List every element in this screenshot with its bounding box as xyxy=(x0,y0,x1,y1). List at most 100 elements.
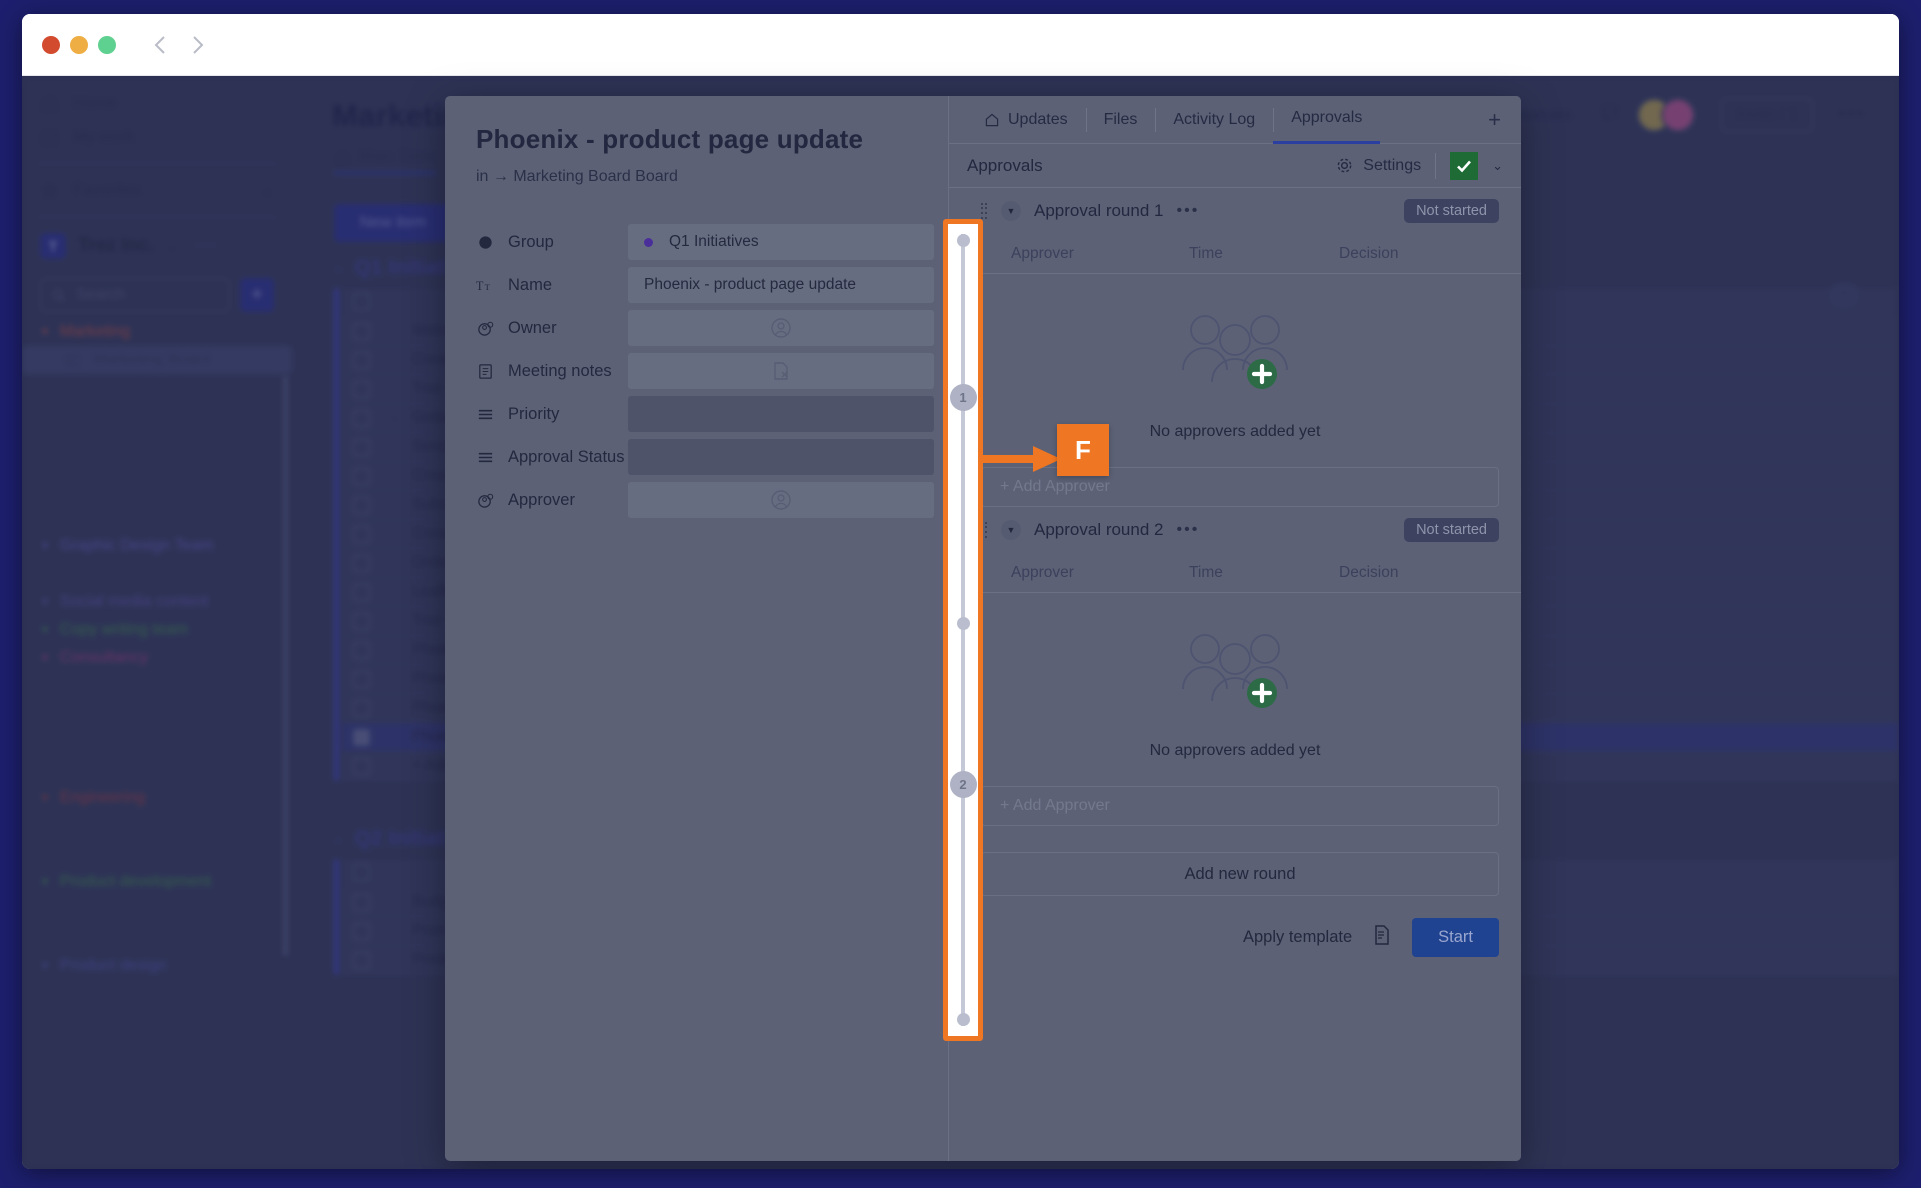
add-approver-button[interactable]: + Add Approver xyxy=(981,786,1499,826)
tab-label: Activity Log xyxy=(1173,111,1255,129)
avatar-placeholder-icon xyxy=(769,316,793,340)
field-value-status[interactable] xyxy=(628,439,934,475)
approvals-body[interactable]: ▼Approval round 1•••Not startedApproverT… xyxy=(949,188,1521,1161)
stepper-knob-mid xyxy=(957,617,970,630)
field-value-group[interactable]: Q1 Initiatives xyxy=(628,224,934,260)
stepper-step-1[interactable]: 1 xyxy=(950,384,977,411)
add-new-round-button[interactable]: Add new round xyxy=(981,852,1499,896)
person-icon xyxy=(476,491,495,510)
add-tab-button[interactable]: + xyxy=(1488,107,1501,133)
settings-label: Settings xyxy=(1363,157,1421,175)
item-fields-panel: Phoenix - product page update in → Marke… xyxy=(445,96,948,1161)
group-color-dot-icon xyxy=(644,238,653,247)
fields-list: Group Q1 InitiativesTTName Phoenix - produ… xyxy=(476,224,934,525)
field-label: Approval Status xyxy=(476,448,628,467)
approval-rounds-list: ▼Approval round 1•••Not startedApproverT… xyxy=(949,188,1521,826)
tab-approvals[interactable]: Approvals xyxy=(1273,96,1380,144)
field-label-text: Group xyxy=(508,233,554,252)
field-label-text: Meeting notes xyxy=(508,362,612,381)
desktop-background: Home My work Favorites ⌄ T Trez Inc. ⌄ •… xyxy=(0,0,1921,1188)
column-header-approver: Approver xyxy=(1011,564,1189,582)
stepper-knob-bottom xyxy=(957,1013,970,1026)
field-row-approver: Approver xyxy=(476,482,934,518)
start-button[interactable]: Start xyxy=(1412,918,1499,957)
stepper-step-2[interactable]: 2 xyxy=(950,771,977,798)
approvals-status-caret[interactable]: ⌄ xyxy=(1492,158,1503,174)
field-row-approval-status: Approval Status xyxy=(476,439,934,475)
approval-round: ▼Approval round 2•••Not startedApproverT… xyxy=(949,507,1521,826)
field-label: Priority xyxy=(476,405,628,424)
approval-round-title: Approval round 1 xyxy=(1034,201,1163,221)
item-title: Phoenix - product page update xyxy=(476,124,863,155)
field-value-name[interactable]: Phoenix - product page update xyxy=(628,267,934,303)
modal-tabs: Updates Files Activity Log Approvals + xyxy=(949,96,1521,144)
divider xyxy=(1435,153,1436,179)
minimize-window-button[interactable] xyxy=(70,36,88,54)
field-value-file[interactable] xyxy=(628,353,934,389)
field-label-text: Approval Status xyxy=(508,448,624,467)
item-details-modal: Phoenix - product page update in → Marke… xyxy=(445,96,1521,1161)
nav-forward-button[interactable] xyxy=(190,34,206,56)
tab-updates[interactable]: Updates xyxy=(966,96,1086,144)
approvals-panel: Updates Files Activity Log Approvals + Appro… xyxy=(948,96,1521,1161)
empty-state: No approvers added yet xyxy=(949,274,1521,467)
field-row-name: TTName Phoenix - product page update xyxy=(476,267,934,303)
approvals-footer: Apply template Start xyxy=(949,896,1521,957)
field-label-text: Owner xyxy=(508,319,557,338)
approval-round-header[interactable]: ▼Approval round 2•••Not started xyxy=(949,507,1521,553)
annotation-marker-f: F xyxy=(1057,424,1109,476)
home-icon xyxy=(984,112,1000,128)
tab-label: Updates xyxy=(1008,111,1068,129)
file-placeholder-icon xyxy=(770,360,792,382)
tab-files[interactable]: Files xyxy=(1086,96,1156,144)
green-check-icon[interactable] xyxy=(1450,152,1478,180)
approval-rounds-stepper-highlight[interactable]: 1 2 xyxy=(943,219,983,1041)
breadcrumb: in → Marketing Board Board xyxy=(476,168,678,186)
field-label: Group xyxy=(476,233,628,252)
maximize-window-button[interactable] xyxy=(98,36,116,54)
column-header-decision: Decision xyxy=(1339,245,1398,263)
approvals-header: Approvals Settings ⌄ xyxy=(949,144,1521,188)
approvals-column-headers: ApproverTimeDecision xyxy=(949,234,1521,274)
apply-template-button[interactable]: Apply template xyxy=(1243,928,1352,947)
field-value-person[interactable] xyxy=(628,482,934,518)
text-icon: TT xyxy=(476,276,495,295)
approval-round-more-button[interactable]: ••• xyxy=(1176,521,1199,539)
nav-back-button[interactable] xyxy=(152,34,168,56)
field-label: Owner xyxy=(476,319,628,338)
group-dot-icon xyxy=(476,233,495,252)
column-header-approver: Approver xyxy=(1011,245,1189,263)
template-doc-icon[interactable] xyxy=(1370,923,1394,952)
field-label: Meeting notes xyxy=(476,362,628,381)
drag-handle-icon[interactable] xyxy=(981,203,988,220)
approval-round-more-button[interactable]: ••• xyxy=(1176,202,1199,220)
field-row-priority: Priority xyxy=(476,396,934,432)
approvals-settings-button[interactable]: Settings xyxy=(1335,156,1421,175)
approval-round-header[interactable]: ▼Approval round 1•••Not started xyxy=(949,188,1521,234)
field-value-status[interactable] xyxy=(628,396,934,432)
doc-icon xyxy=(476,362,495,381)
field-label: TTName xyxy=(476,276,628,295)
stepper-line xyxy=(961,234,965,1026)
column-header-decision: Decision xyxy=(1339,564,1398,582)
no-approvers-illustration-icon xyxy=(1171,308,1299,400)
approvals-title: Approvals xyxy=(967,156,1043,176)
chevron-down-icon[interactable]: ▼ xyxy=(1001,201,1021,221)
field-value-person[interactable] xyxy=(628,310,934,346)
chevron-down-icon[interactable]: ▼ xyxy=(1001,520,1021,540)
empty-state-caption: No approvers added yet xyxy=(949,423,1521,441)
close-window-button[interactable] xyxy=(42,36,60,54)
field-value-text: Phoenix - product page update xyxy=(644,276,856,294)
field-row-meeting-notes: Meeting notes xyxy=(476,353,934,389)
field-row-group: Group Q1 Initiatives xyxy=(476,224,934,260)
column-header-time: Time xyxy=(1189,245,1339,263)
field-label: Approver xyxy=(476,491,628,510)
avatar-placeholder-icon xyxy=(769,488,793,512)
lines-icon xyxy=(476,448,495,467)
approvals-column-headers: ApproverTimeDecision xyxy=(949,553,1521,593)
field-row-owner: Owner xyxy=(476,310,934,346)
svg-text:T: T xyxy=(485,281,491,291)
window-titlebar xyxy=(22,14,1899,76)
tab-activity-log[interactable]: Activity Log xyxy=(1155,96,1273,144)
empty-state-caption: No approvers added yet xyxy=(949,742,1521,760)
